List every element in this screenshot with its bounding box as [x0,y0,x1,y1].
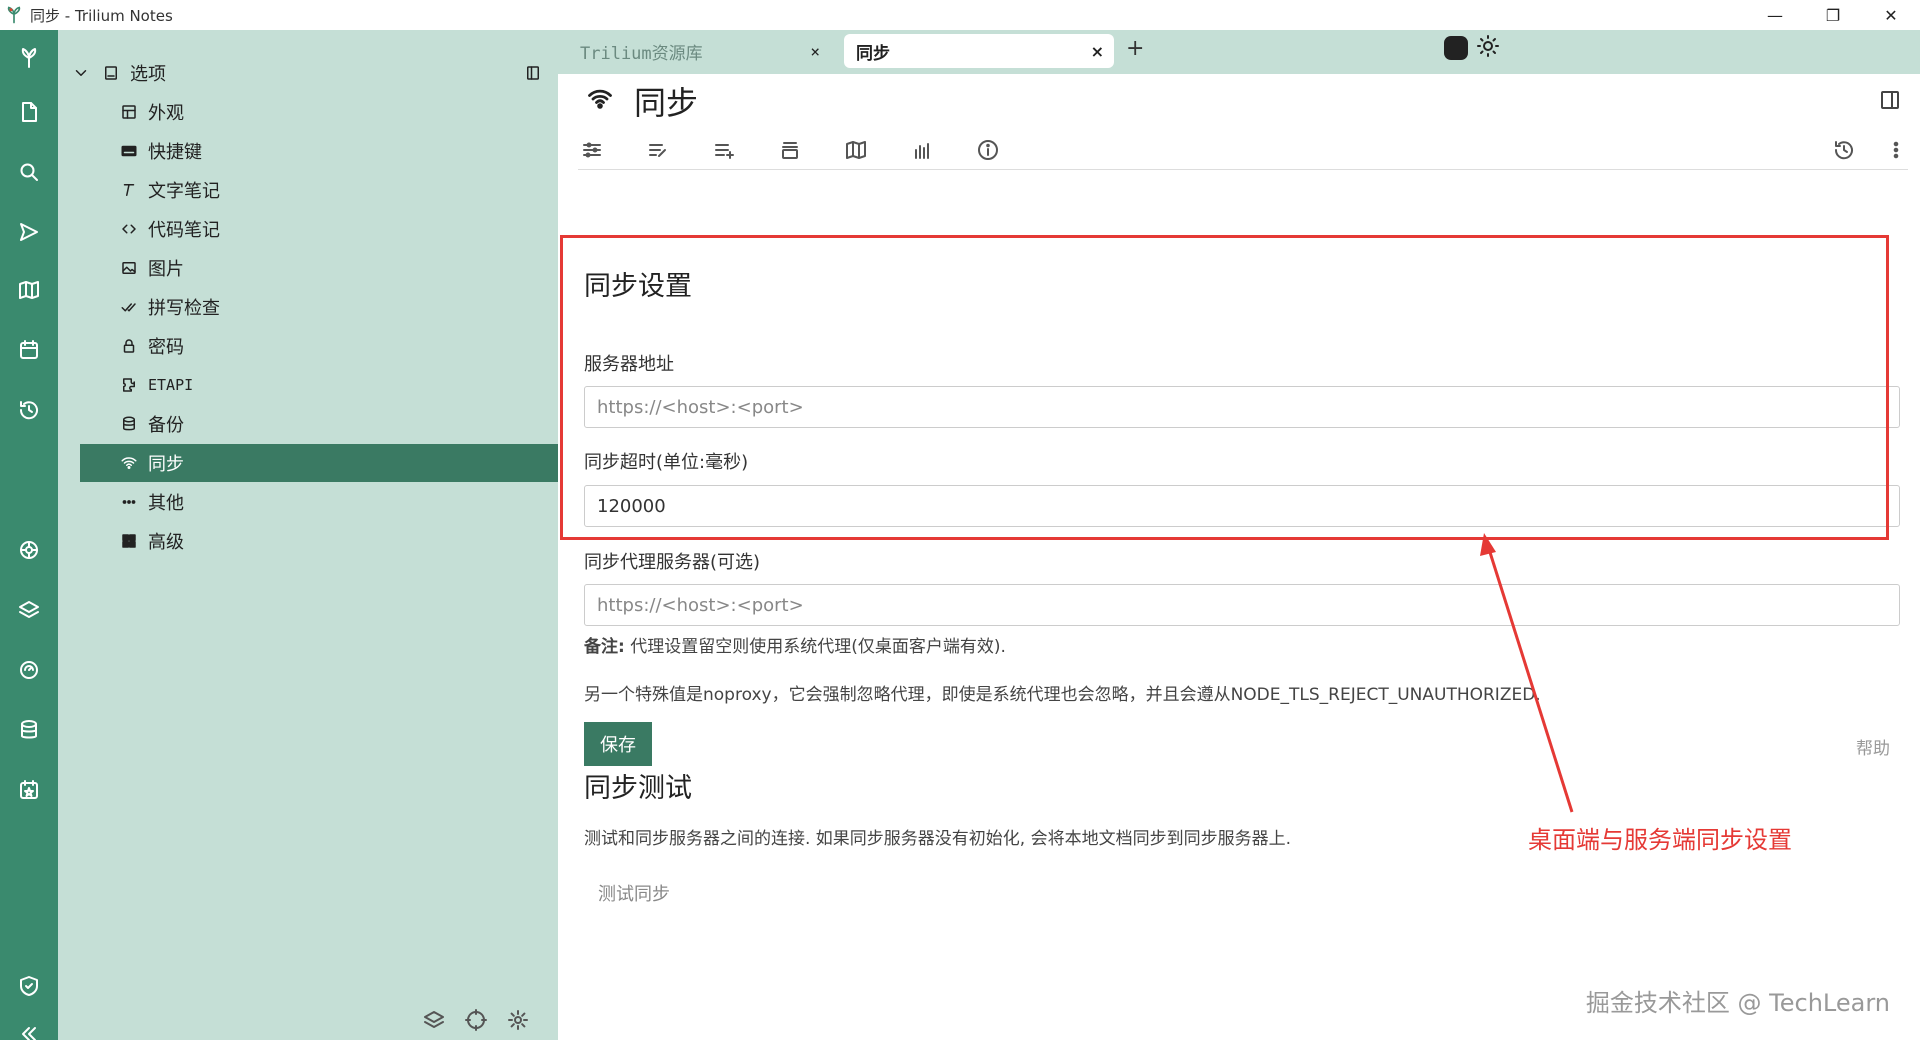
annotation-callout: 桌面端与服务端同步设置 [1528,820,1792,855]
watermark: 掘金技术社区 @ TechLearn [1586,983,1890,1018]
annotation-arrow [0,0,1920,1040]
